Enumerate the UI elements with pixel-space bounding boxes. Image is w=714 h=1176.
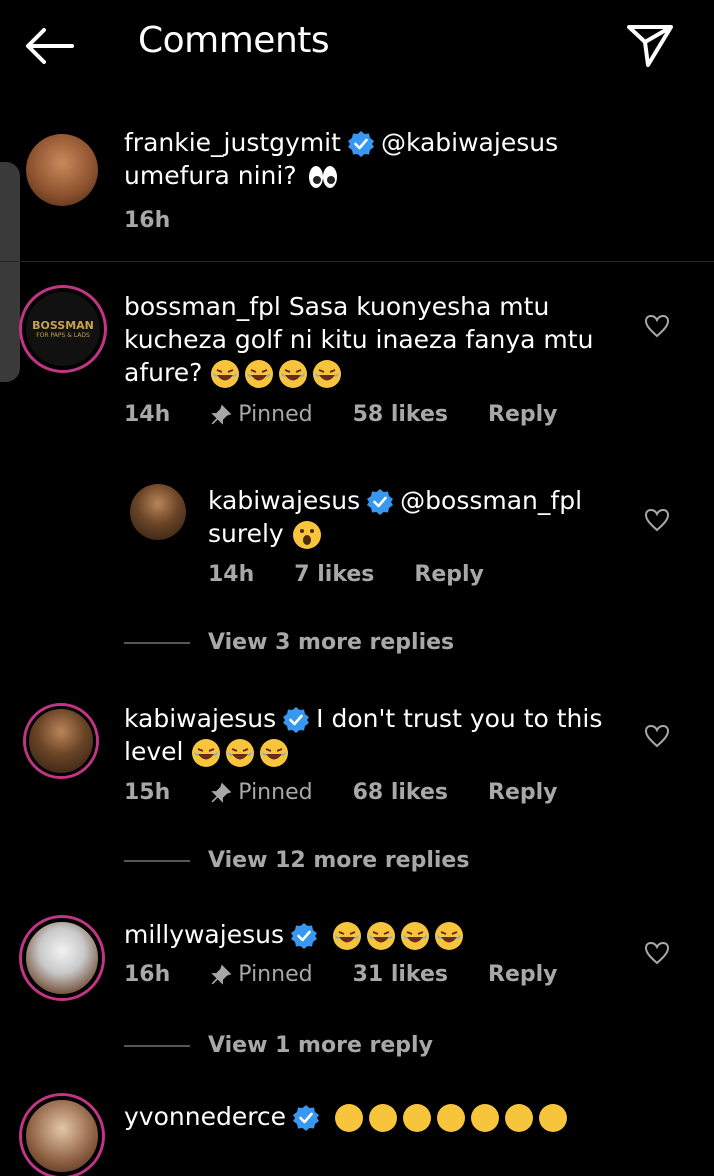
comment-meta: 14h Pinned 58 likes Reply <box>124 402 598 427</box>
likes-count[interactable]: 58 likes <box>353 402 448 427</box>
heart-icon[interactable] <box>644 508 670 532</box>
view-more-label[interactable]: View 12 more replies <box>208 848 469 873</box>
pinned-label: Pinned <box>210 402 313 427</box>
avatar[interactable] <box>130 484 186 540</box>
laughing-emoji-icon <box>211 360 240 388</box>
avatar[interactable] <box>26 706 96 776</box>
grinning-emoji-group <box>334 1102 572 1132</box>
heart-icon[interactable] <box>644 314 670 338</box>
reply-button[interactable]: Reply <box>488 780 558 805</box>
grinning-emoji-icon <box>505 1104 534 1132</box>
timestamp: 15h <box>124 780 171 805</box>
grinning-emoji-icon <box>403 1104 432 1132</box>
grinning-emoji-icon <box>437 1104 466 1132</box>
comment-text-block: kabiwajesus I don't trust you to this lev… <box>124 702 614 768</box>
reply-meta: 14h 7 likes Reply <box>208 562 524 587</box>
likes-count[interactable]: 31 likes <box>353 962 448 987</box>
avatar-logo-text: BOSSMAN <box>32 319 94 332</box>
thread-line <box>124 641 190 644</box>
laughing-emoji-icon <box>434 922 463 950</box>
laughing-emoji-group <box>191 737 293 767</box>
comment-text-block: millywajesus <box>124 918 614 951</box>
view-more-label[interactable]: View 1 more reply <box>208 1033 433 1058</box>
laughing-emoji-icon <box>313 360 342 388</box>
grinning-emoji-icon <box>471 1104 500 1132</box>
view-more-replies[interactable]: View 12 more replies <box>124 848 469 873</box>
pin-icon <box>211 782 232 803</box>
heart-icon[interactable] <box>644 941 670 965</box>
pinned-label: Pinned <box>210 962 313 987</box>
username[interactable]: yvonnederce <box>124 1102 286 1131</box>
verified-badge-icon <box>367 489 394 515</box>
username[interactable]: millywajesus <box>124 920 284 949</box>
pin-icon <box>211 964 232 985</box>
laughing-emoji-icon <box>400 922 429 950</box>
username[interactable]: frankie_justgymit <box>124 128 341 157</box>
laughing-emoji-icon <box>332 922 361 950</box>
laughing-emoji-icon <box>245 360 274 388</box>
header-bar: Comments <box>0 0 714 92</box>
heart-icon[interactable] <box>644 724 670 748</box>
caption-text-block: frankie_justgymit @kabiwajesus umefura ni… <box>124 126 604 192</box>
reply-button[interactable]: Reply <box>488 962 558 987</box>
comment-meta: 15h Pinned 68 likes Reply <box>124 780 598 805</box>
laughing-emoji-icon <box>192 739 221 767</box>
view-more-replies[interactable]: View 3 more replies <box>124 630 454 655</box>
thread-line <box>124 859 190 862</box>
direct-send-icon[interactable] <box>626 24 674 68</box>
avatar-logo-subtext: FOR PAPS & LADS <box>36 332 90 339</box>
laughing-emoji-group <box>210 358 346 388</box>
reply-button[interactable]: Reply <box>488 402 558 427</box>
reply-text: surely <box>208 519 284 548</box>
reply-text-block: kabiwajesus @bossman_fpl surely <box>208 484 628 550</box>
verified-badge-icon <box>283 707 310 733</box>
laughing-emoji-icon <box>366 922 395 950</box>
view-more-replies[interactable]: View 1 more reply <box>124 1033 433 1058</box>
laughing-emoji-icon <box>260 739 289 767</box>
username[interactable]: bossman_fpl <box>124 292 281 321</box>
avatar[interactable]: BOSSMAN FOR PAPS & LADS <box>22 288 104 370</box>
comment-text-block: yvonnederce <box>124 1100 614 1133</box>
grinning-emoji-icon <box>335 1104 364 1132</box>
timestamp: 16h <box>124 208 171 233</box>
comment-meta: 16h Pinned 31 likes Reply <box>124 962 598 987</box>
pin-icon <box>211 404 232 425</box>
laughing-emoji-icon <box>226 739 255 767</box>
grinning-emoji-icon <box>539 1104 568 1132</box>
grinning-emoji-icon <box>369 1104 398 1132</box>
caption-meta: 16h <box>124 208 210 233</box>
avatar[interactable] <box>22 1096 102 1176</box>
timestamp: 14h <box>208 562 255 587</box>
view-more-label[interactable]: View 3 more replies <box>208 630 454 655</box>
username[interactable]: kabiwajesus <box>208 486 360 515</box>
timestamp: 16h <box>124 962 171 987</box>
verified-badge-icon <box>293 1105 320 1131</box>
avatar[interactable] <box>22 918 102 998</box>
verified-badge-icon <box>347 131 374 157</box>
eyes-emoji-icon <box>308 166 337 188</box>
astonished-emoji-icon <box>292 521 321 549</box>
timestamp: 14h <box>124 402 171 427</box>
mention-link[interactable]: @bossman_fpl <box>400 486 582 515</box>
thread-line <box>124 1044 190 1047</box>
comment-text-block: bossman_fpl Sasa kuonyesha mtu kucheza g… <box>124 290 604 389</box>
caption-text: umefura nini? <box>124 161 297 190</box>
caption-divider <box>0 261 714 262</box>
reply-button[interactable]: Reply <box>414 562 484 587</box>
back-arrow-icon[interactable] <box>24 26 76 66</box>
laughing-emoji-group <box>332 920 468 950</box>
scroll-indicator <box>0 162 20 382</box>
avatar[interactable] <box>26 134 98 206</box>
mention-link[interactable]: @kabiwajesus <box>381 128 558 157</box>
laughing-emoji-icon <box>279 360 308 388</box>
page-title: Comments <box>138 20 330 61</box>
pinned-label: Pinned <box>210 780 313 805</box>
likes-count[interactable]: 7 likes <box>294 562 374 587</box>
username[interactable]: kabiwajesus <box>124 704 276 733</box>
verified-badge-icon <box>290 923 317 949</box>
likes-count[interactable]: 68 likes <box>353 780 448 805</box>
